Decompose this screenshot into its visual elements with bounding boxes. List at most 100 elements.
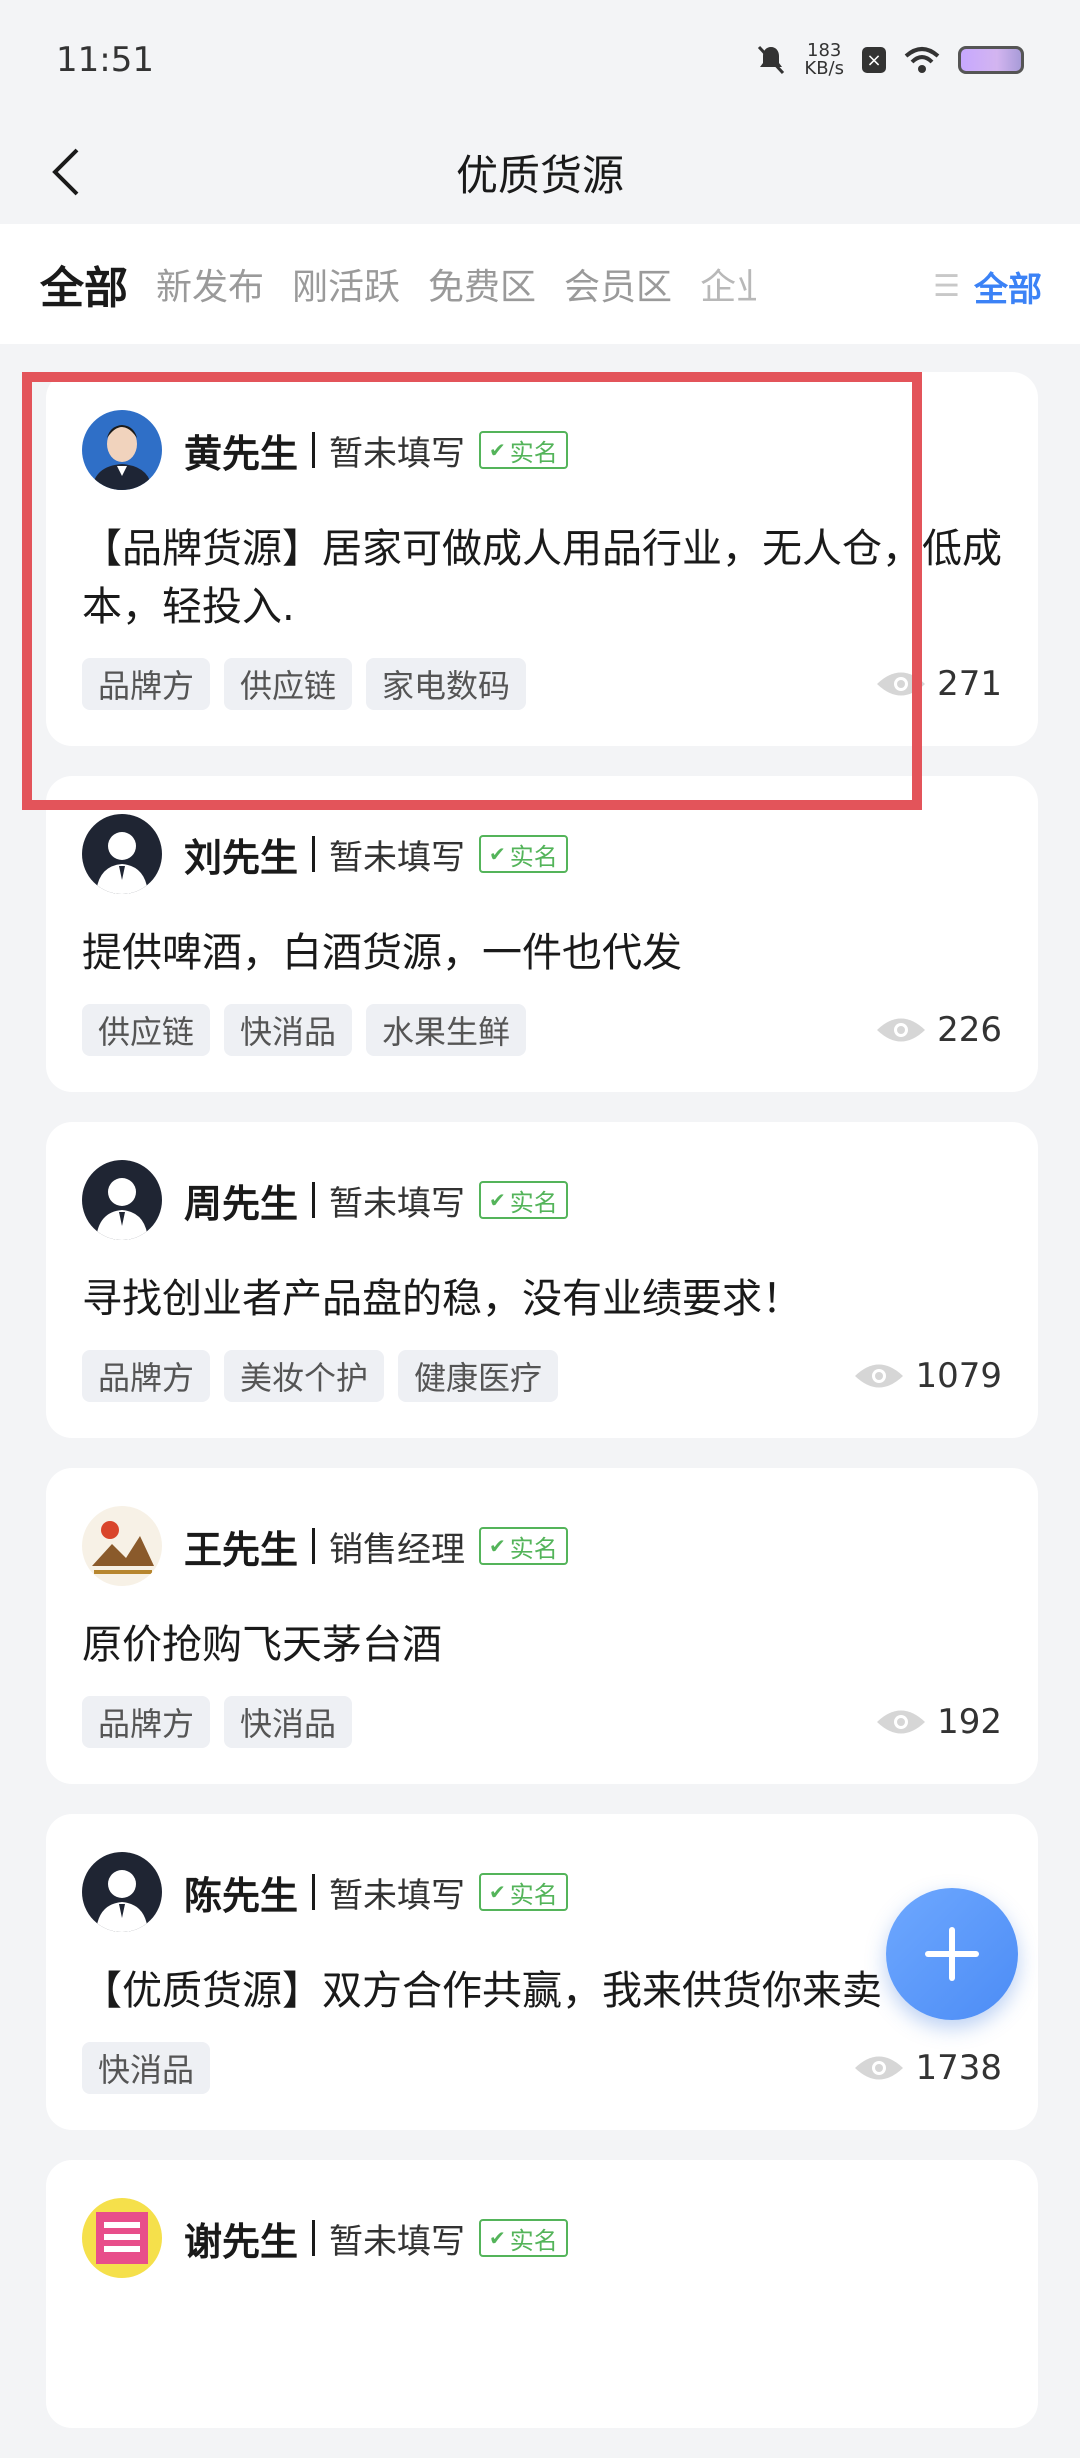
tag-list: 供应链 快消品 水果生鲜 xyxy=(82,1004,527,1056)
add-post-button[interactable] xyxy=(886,1888,1018,2020)
avatar[interactable] xyxy=(82,1506,162,1586)
net-speed: 183 KB/s xyxy=(804,42,844,78)
avatar[interactable] xyxy=(82,410,162,490)
logo-icon xyxy=(82,2198,162,2278)
verified-badge: ✔ 实名 xyxy=(479,1181,568,1219)
tab-recently-active[interactable]: 刚活跃 xyxy=(292,258,400,310)
card-header: 黄先生 暂未填写 ✔ 实名 xyxy=(82,408,1002,492)
tab-member-zone[interactable]: 会员区 xyxy=(564,258,672,310)
menu-icon: ☰ xyxy=(933,269,960,304)
avatar[interactable] xyxy=(82,1160,162,1240)
user-name: 王先生 xyxy=(184,1527,299,1572)
tab-label: 企业 xyxy=(700,267,757,308)
view-count-value: 192 xyxy=(937,1702,1002,1742)
tag: 水果生鲜 xyxy=(366,1004,527,1056)
avatar[interactable] xyxy=(82,814,162,894)
nav-bar: 优质货源 xyxy=(0,120,1080,224)
tag: 健康医疗 xyxy=(398,1350,559,1402)
tag-list: 品牌方 供应链 家电数码 xyxy=(82,658,527,710)
view-count-value: 1738 xyxy=(915,2048,1002,2088)
divider xyxy=(312,1874,316,1910)
back-button[interactable] xyxy=(36,138,96,206)
verified-badge: ✔ 实名 xyxy=(479,1873,568,1911)
tag: 品牌方 xyxy=(82,1350,211,1402)
plus-icon xyxy=(925,1927,979,1981)
user-name: 陈先生 xyxy=(184,1873,299,1918)
supply-card[interactable]: 刘先生 暂未填写 ✔ 实名 提供啤酒，白酒货源，一件也代发 供应链 快消品 水果… xyxy=(46,776,1038,1092)
tab-new[interactable]: 新发布 xyxy=(156,258,264,310)
default-user-icon xyxy=(82,1852,162,1932)
verified-label: 实名 xyxy=(509,842,558,871)
tab-label: 刚活跃 xyxy=(292,267,401,308)
status-time: 11:51 xyxy=(56,40,154,80)
filter-label: 全部 xyxy=(974,270,1042,310)
eye-icon xyxy=(877,1018,926,1042)
post-content: 提供啤酒，白酒货源，一件也代发 xyxy=(82,930,682,976)
tab-label: 新发布 xyxy=(156,267,265,308)
avatar[interactable] xyxy=(82,1852,162,1932)
shield-check-icon: ✔ xyxy=(489,842,506,866)
filter-all-button[interactable]: ☰ 全部 xyxy=(933,262,1042,311)
verified-label: 实名 xyxy=(509,1534,558,1563)
user-role: 暂未填写 xyxy=(329,433,466,474)
divider xyxy=(312,1182,316,1218)
card-spacer xyxy=(82,2308,1002,2428)
wifi-icon xyxy=(904,47,940,73)
view-count: 1738 xyxy=(853,2048,1002,2088)
view-count: 192 xyxy=(875,1702,1002,1742)
verified-badge: ✔ 实名 xyxy=(479,431,568,469)
post-content: 原价抢购飞天茅台酒 xyxy=(82,1622,442,1668)
eye-icon xyxy=(877,1710,926,1734)
supply-card[interactable]: 黄先生 暂未填写 ✔ 实名 【品牌货源】居家可做成人用品行业，无人仓，低成本，轻… xyxy=(46,372,1038,746)
user-role: 销售经理 xyxy=(329,1529,466,1570)
card-footer: 供应链 快消品 水果生鲜 226 xyxy=(82,982,1002,1092)
status-icons: 183 KB/s × xyxy=(756,42,1024,78)
avatar[interactable] xyxy=(82,2198,162,2278)
tag-list: 快消品 xyxy=(82,2042,211,2094)
tag: 快消品 xyxy=(224,1004,353,1056)
card-header: 周先生 暂未填写 ✔ 实名 xyxy=(82,1158,1002,1242)
tab-label: 全部 xyxy=(40,263,128,314)
shield-check-icon: ✔ xyxy=(489,1880,506,1904)
chevron-left-icon xyxy=(52,148,79,196)
verified-badge: ✔ 实名 xyxy=(479,835,568,873)
category-tabs: 全部 新发布 刚活跃 免费区 会员区 企业 ☰ 全部 xyxy=(0,224,1080,344)
tag: 品牌方 xyxy=(82,658,211,710)
tag: 供应链 xyxy=(82,1004,211,1056)
tab-free-zone[interactable]: 免费区 xyxy=(428,258,536,310)
card-footer: 品牌方 美妆个护 健康医疗 1079 xyxy=(82,1328,1002,1438)
notification-app-icon: × xyxy=(862,47,886,73)
user-name: 周先生 xyxy=(184,1181,299,1226)
user-role: 暂未填写 xyxy=(329,2221,466,2262)
user-name: 黄先生 xyxy=(184,431,299,476)
verified-badge: ✔ 实名 xyxy=(479,1527,568,1565)
post-content: 寻找创业者产品盘的稳，没有业绩要求！ xyxy=(82,1276,802,1322)
tag-list: 品牌方 快消品 xyxy=(82,1696,353,1748)
supply-card[interactable]: 王先生 销售经理 ✔ 实名 原价抢购飞天茅台酒 品牌方 快消品 192 xyxy=(46,1468,1038,1784)
tag-list: 品牌方 美妆个护 健康医疗 xyxy=(82,1350,559,1402)
view-count-value: 1079 xyxy=(915,1356,1002,1396)
view-count: 1079 xyxy=(853,1356,1002,1396)
eye-icon xyxy=(855,2056,904,2080)
tag: 品牌方 xyxy=(82,1696,211,1748)
verified-label: 实名 xyxy=(509,438,558,467)
supply-card[interactable]: 周先生 暂未填写 ✔ 实名 寻找创业者产品盘的稳，没有业绩要求！ 品牌方 美妆个… xyxy=(46,1122,1038,1438)
shield-check-icon: ✔ xyxy=(489,2226,506,2250)
battery-icon xyxy=(958,46,1024,74)
tab-all[interactable]: 全部 xyxy=(40,252,128,322)
photo-icon xyxy=(82,410,162,490)
tab-enterprise[interactable]: 企业 xyxy=(700,258,756,310)
user-name: 谢先生 xyxy=(184,2219,299,2264)
card-header: 陈先生 暂未填写 ✔ 实名 xyxy=(82,1850,1002,1934)
tab-label: 会员区 xyxy=(564,267,673,308)
shield-check-icon: ✔ xyxy=(489,1534,506,1558)
tag: 供应链 xyxy=(224,658,353,710)
supply-card[interactable]: 谢先生 暂未填写 ✔ 实名 xyxy=(46,2160,1038,2428)
verified-label: 实名 xyxy=(509,1188,558,1217)
card-header: 谢先生 暂未填写 ✔ 实名 xyxy=(82,2196,1002,2280)
page-title: 优质货源 xyxy=(455,150,624,200)
tag: 美妆个护 xyxy=(224,1350,385,1402)
user-role: 暂未填写 xyxy=(329,1183,466,1224)
card-footer: 品牌方 供应链 家电数码 271 xyxy=(82,636,1002,746)
status-bar: 11:51 183 KB/s × xyxy=(0,0,1080,120)
